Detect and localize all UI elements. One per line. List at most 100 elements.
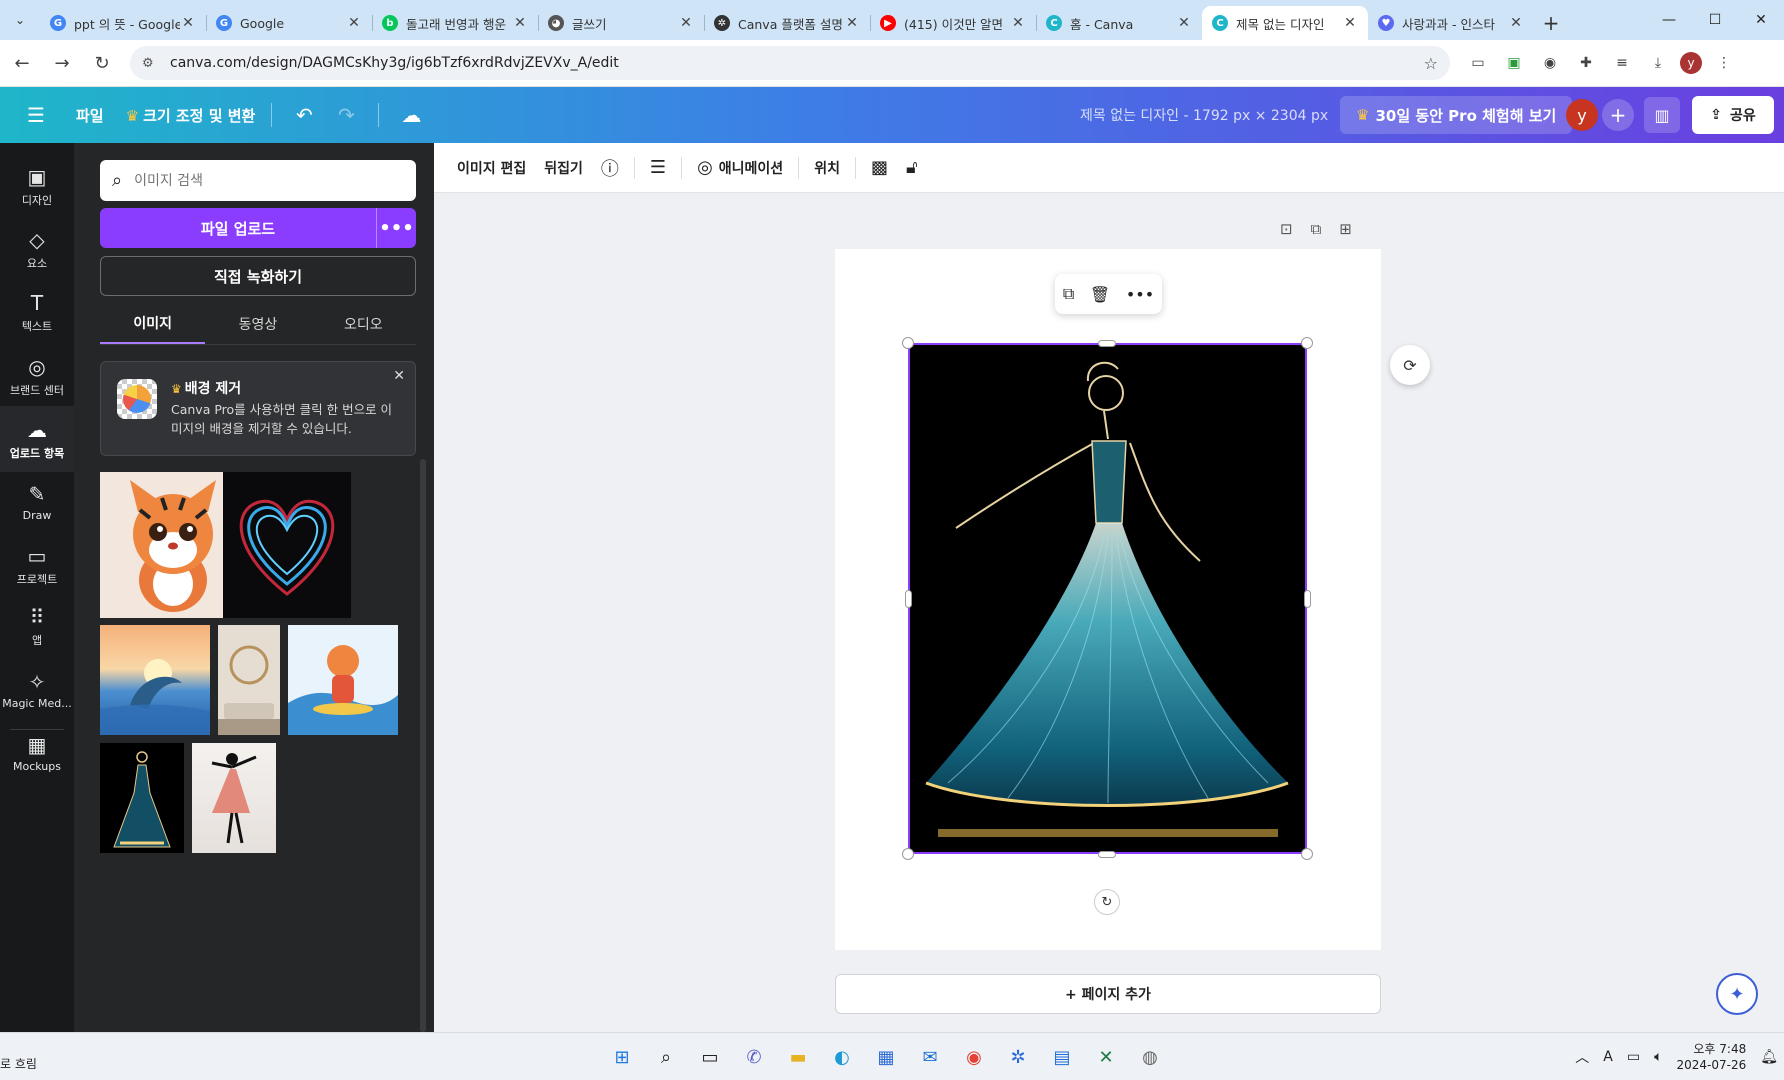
system-clock[interactable]: 오후 7:48 2024-07-26 [1676, 1041, 1746, 1073]
close-tab-icon[interactable]: ✕ [1010, 15, 1026, 31]
rail-design[interactable]: ▣ 디자인 [0, 153, 74, 219]
close-window-button[interactable]: ✕ [1738, 0, 1784, 40]
tray-chevron-up-icon[interactable]: ︿ [1575, 1047, 1589, 1067]
volume-icon[interactable]: 🔈︎ [1654, 1049, 1662, 1065]
cloud-save-icon[interactable]: ☁ [395, 99, 427, 131]
browser-tab[interactable]: G Google ✕ [206, 6, 372, 40]
main-menu-icon[interactable]: ☰ [18, 97, 54, 133]
upload-thumbnail-heart[interactable] [223, 472, 351, 618]
chrome-icon[interactable]: ◉ [956, 1039, 992, 1075]
redo-icon[interactable]: ↷ [330, 99, 362, 131]
file-explorer-icon[interactable]: ▬ [780, 1039, 816, 1075]
more-options-icon[interactable]: ••• [376, 208, 416, 248]
bookmark-star-icon[interactable]: ☆ [1424, 54, 1438, 73]
resize-handle-top-left[interactable] [902, 337, 914, 349]
close-tab-icon[interactable]: ✕ [678, 15, 694, 31]
trash-icon[interactable]: 🗑︎ [1090, 285, 1110, 304]
app-settings-icon[interactable]: ✲ [1000, 1039, 1036, 1075]
lock-icon[interactable]: 🔓︎ [897, 157, 927, 178]
rail-draw[interactable]: ✎ Draw [0, 469, 74, 535]
browser-tab[interactable]: ◕ 글쓰기 ✕ [538, 6, 704, 40]
store-icon[interactable]: ▦ [868, 1039, 904, 1075]
insights-chart-icon[interactable]: ▥ [1644, 97, 1680, 133]
duplicate-icon[interactable]: ⧉ [1063, 284, 1074, 304]
position-button[interactable]: 위치 [805, 158, 849, 178]
user-avatar[interactable]: y [1566, 99, 1598, 131]
info-icon[interactable]: ⓘ [592, 155, 628, 181]
share-button[interactable]: ⇪ 공유 [1692, 96, 1774, 134]
screenshot-icon[interactable]: ◉ [1536, 49, 1564, 77]
browser-tab[interactable]: ♥ 사랑과과 - 인스타 ✕ [1368, 6, 1534, 40]
tab-images[interactable]: 이미지 [100, 303, 206, 345]
border-style-icon[interactable]: ☰ [641, 157, 675, 178]
extension-green-icon[interactable]: ▣ [1500, 49, 1528, 77]
close-tab-icon[interactable]: ✕ [1176, 15, 1192, 31]
reload-button[interactable]: ↻ [84, 45, 120, 81]
add-page-icon[interactable]: ⊞ [1339, 220, 1352, 238]
weather-widget[interactable]: 로 흐림 [0, 1055, 37, 1072]
resize-handle-left[interactable] [905, 590, 912, 608]
edge-icon[interactable]: ◐ [824, 1039, 860, 1075]
rail-magic-media[interactable]: ✧ Magic Med... [0, 657, 74, 723]
pro-trial-button[interactable]: ♛ 30일 동안 Pro 체험해 보기 [1340, 96, 1573, 134]
browser-tab[interactable]: Gppt 의 뜻 - Google ✕ [40, 6, 206, 40]
outlook-icon[interactable]: ▤ [1044, 1039, 1080, 1075]
resize-handle-bottom-left[interactable] [902, 848, 914, 860]
resize-handle-top-right[interactable] [1301, 337, 1313, 349]
rail-elements[interactable]: ◇ 요소 [0, 216, 74, 282]
new-tab-button[interactable]: + [1534, 6, 1568, 40]
transparency-icon[interactable]: ▩ [862, 157, 897, 178]
flip-button[interactable]: 뒤집기 [535, 158, 592, 178]
duplicate-page-icon[interactable]: ⧉ [1311, 220, 1322, 238]
forward-button[interactable]: → [44, 45, 80, 81]
rail-projects[interactable]: ▭ 프로젝트 [0, 532, 74, 598]
site-info-icon[interactable]: ⚙ [142, 56, 162, 71]
background-remover-promo[interactable]: ♛ 배경 제거 Canva Pro를 사용하면 클릭 한 번으로 이미지의 배경을… [100, 361, 416, 456]
resize-handle-top[interactable] [1098, 340, 1116, 347]
maximize-button[interactable]: ☐ [1692, 0, 1738, 40]
minimize-button[interactable]: — [1646, 0, 1692, 40]
tab-videos[interactable]: 동영상 [205, 303, 310, 345]
close-icon[interactable]: ✕ [393, 368, 405, 384]
mail-icon[interactable]: ✉ [912, 1039, 948, 1075]
profile-avatar[interactable]: y [1680, 52, 1702, 74]
panel-scrollbar[interactable] [418, 459, 428, 1032]
resize-menu[interactable]: ♛ 크기 조정 및 변환 [126, 105, 256, 126]
rail-apps[interactable]: ⠿ 앱 [0, 593, 74, 659]
page-lock-icon[interactable]: ⊡ [1280, 220, 1293, 238]
resize-handle-bottom-right[interactable] [1301, 848, 1313, 860]
notification-bell-icon[interactable]: 🔔︎ [1760, 1049, 1778, 1065]
upload-files-label[interactable]: 파일 업로드 [100, 208, 376, 248]
upload-files-button[interactable]: 파일 업로드 ••• [100, 208, 416, 248]
network-icon[interactable]: ▭ [1627, 1049, 1640, 1065]
rail-brand[interactable]: ◎ 브랜드 센터 [0, 343, 74, 409]
teams-icon[interactable]: ✆ [736, 1039, 772, 1075]
close-tab-icon[interactable]: ✕ [346, 15, 362, 31]
browser-tab[interactable]: C 홈 - Canva ✕ [1036, 6, 1202, 40]
search-input[interactable] [134, 172, 395, 189]
search-icon[interactable]: ⌕ [648, 1039, 684, 1075]
browser-menu-icon[interactable]: ⋮ [1710, 49, 1738, 77]
start-windows-icon[interactable]: ⊞ [604, 1039, 640, 1075]
extensions-puzzle-icon[interactable]: ✚ [1572, 49, 1600, 77]
tab-audio[interactable]: 오디오 [311, 303, 416, 345]
input-method-icon[interactable]: A [1603, 1049, 1613, 1065]
upload-thumbnail-gown[interactable] [100, 743, 184, 853]
browser-tab[interactable]: ✲ Canva 플랫폼 설명 ✕ [704, 6, 870, 40]
upload-thumbnail-dolphin[interactable] [100, 625, 210, 735]
undo-icon[interactable]: ↶ [288, 99, 320, 131]
resize-handle-bottom[interactable] [1098, 851, 1116, 858]
magic-switch-icon[interactable]: ⟳ [1390, 345, 1430, 385]
close-tab-icon[interactable]: ✕ [844, 15, 860, 31]
animate-button[interactable]: ◎ 애니메이션 [688, 157, 792, 178]
back-button[interactable]: ← [4, 45, 40, 81]
cast-icon[interactable]: ▭ [1464, 49, 1492, 77]
selected-image-gown[interactable] [908, 343, 1307, 854]
add-collaborator-button[interactable]: + [1602, 99, 1634, 131]
download-icon[interactable]: ⤓ [1644, 49, 1672, 77]
close-tab-icon[interactable]: ✕ [1342, 15, 1358, 31]
rail-text[interactable]: T 텍스트 [0, 279, 74, 345]
url-text[interactable]: canva.com/design/DAGMCsKhy3g/ig6bTzf6xrd… [170, 55, 1424, 71]
network-app-icon[interactable]: ◍ [1132, 1039, 1168, 1075]
rotate-handle-icon[interactable]: ↻ [1094, 889, 1120, 915]
